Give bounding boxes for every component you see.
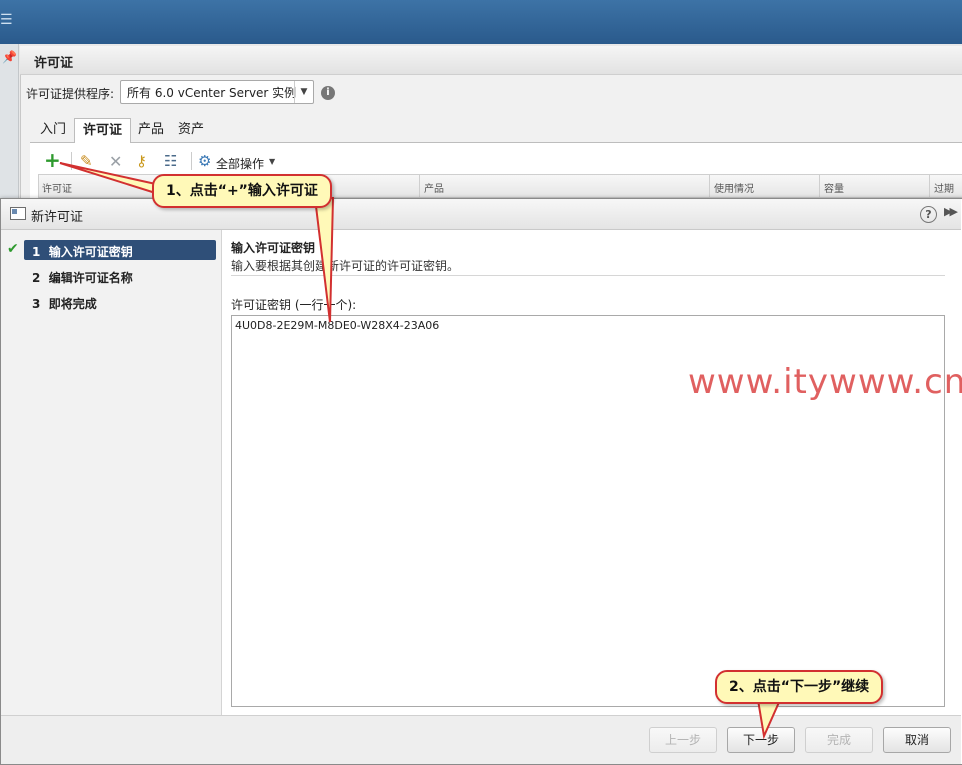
column-header-expiration[interactable]: 过期 xyxy=(934,180,954,195)
column-header-license[interactable]: 许可证 xyxy=(42,180,72,195)
watermark: www.itywww.cn xyxy=(688,362,962,402)
annotation-callout-add: 1、点击“+”输入许可证 xyxy=(152,174,332,208)
dialog-window-icon-inner xyxy=(12,209,17,214)
info-icon[interactable]: i xyxy=(321,86,335,100)
top-bar xyxy=(0,0,962,44)
tab-assets[interactable]: 资产 xyxy=(170,118,212,142)
license-keys-label: 许可证密钥 (一行一个): xyxy=(231,298,357,312)
column-header-capacity[interactable]: 容量 xyxy=(824,180,844,195)
dialog-title: 新许可证 xyxy=(31,210,84,225)
column-header-usage[interactable]: 使用情况 xyxy=(714,180,754,195)
expand-icon[interactable]: ▶▶ xyxy=(944,205,958,218)
next-button[interactable]: 下一步 xyxy=(727,727,795,753)
page-title: 许可证 xyxy=(34,56,74,71)
dialog-title-bar xyxy=(1,199,961,230)
toolbar-divider xyxy=(71,152,72,170)
wizard-step-ready-to-complete[interactable]: 3 即将完成 xyxy=(32,295,97,312)
wizard-step-edit-name[interactable]: 2 编辑许可证名称 xyxy=(32,269,133,286)
key-icon[interactable]: ⚷ xyxy=(136,152,147,170)
license-key-value: 4U0D8-2E29M-M8DE0-W28X4-23A06 xyxy=(235,319,440,332)
annotation-callout-next: 2、点击“下一步”继续 xyxy=(715,670,884,704)
step-description: 输入要根据其创建新许可证的许可证密钥。 xyxy=(231,259,460,273)
finish-button[interactable]: 完成 xyxy=(805,727,873,753)
gear-icon[interactable]: ⚙ xyxy=(198,152,211,170)
back-button[interactable]: 上一步 xyxy=(649,727,717,753)
column-divider xyxy=(819,175,820,197)
wizard-step-enter-key[interactable]: 1 输入许可证密钥 xyxy=(32,243,133,260)
column-divider xyxy=(709,175,710,197)
tab-products[interactable]: 产品 xyxy=(130,118,172,142)
toolbar-divider xyxy=(191,152,192,170)
content-divider xyxy=(231,275,945,276)
pin-icon[interactable]: 📌 xyxy=(2,50,17,64)
edit-pencil-icon[interactable]: ✎ xyxy=(80,152,93,170)
column-divider xyxy=(419,175,420,197)
step-title: 输入许可证密钥 xyxy=(231,241,316,255)
checkmark-icon: ✔ xyxy=(7,241,19,257)
tab-divider xyxy=(30,142,962,143)
provider-select-value: 所有 6.0 vCenter Server 实例 xyxy=(127,86,297,100)
tab-getting-started[interactable]: 入门 xyxy=(32,118,74,142)
column-header-product[interactable]: 产品 xyxy=(424,180,444,195)
delete-icon[interactable]: ✕ xyxy=(109,152,122,171)
report-icon[interactable]: ☷ xyxy=(164,152,177,170)
chevron-down-icon[interactable]: ▼ xyxy=(294,81,313,103)
chevron-down-icon[interactable]: ▼ xyxy=(269,157,275,166)
cancel-button[interactable]: 取消 xyxy=(883,727,951,753)
help-icon[interactable]: ? xyxy=(920,206,937,223)
tab-licenses[interactable]: 许可证 xyxy=(74,118,132,143)
all-actions-menu[interactable]: 全部操作 xyxy=(216,155,264,172)
provider-label: 许可证提供程序: xyxy=(26,87,115,101)
column-divider xyxy=(929,175,930,197)
add-license-icon[interactable]: + xyxy=(44,150,61,170)
hamburger-menu-icon[interactable]: ☰ xyxy=(0,12,13,28)
license-panel-header xyxy=(20,46,962,75)
